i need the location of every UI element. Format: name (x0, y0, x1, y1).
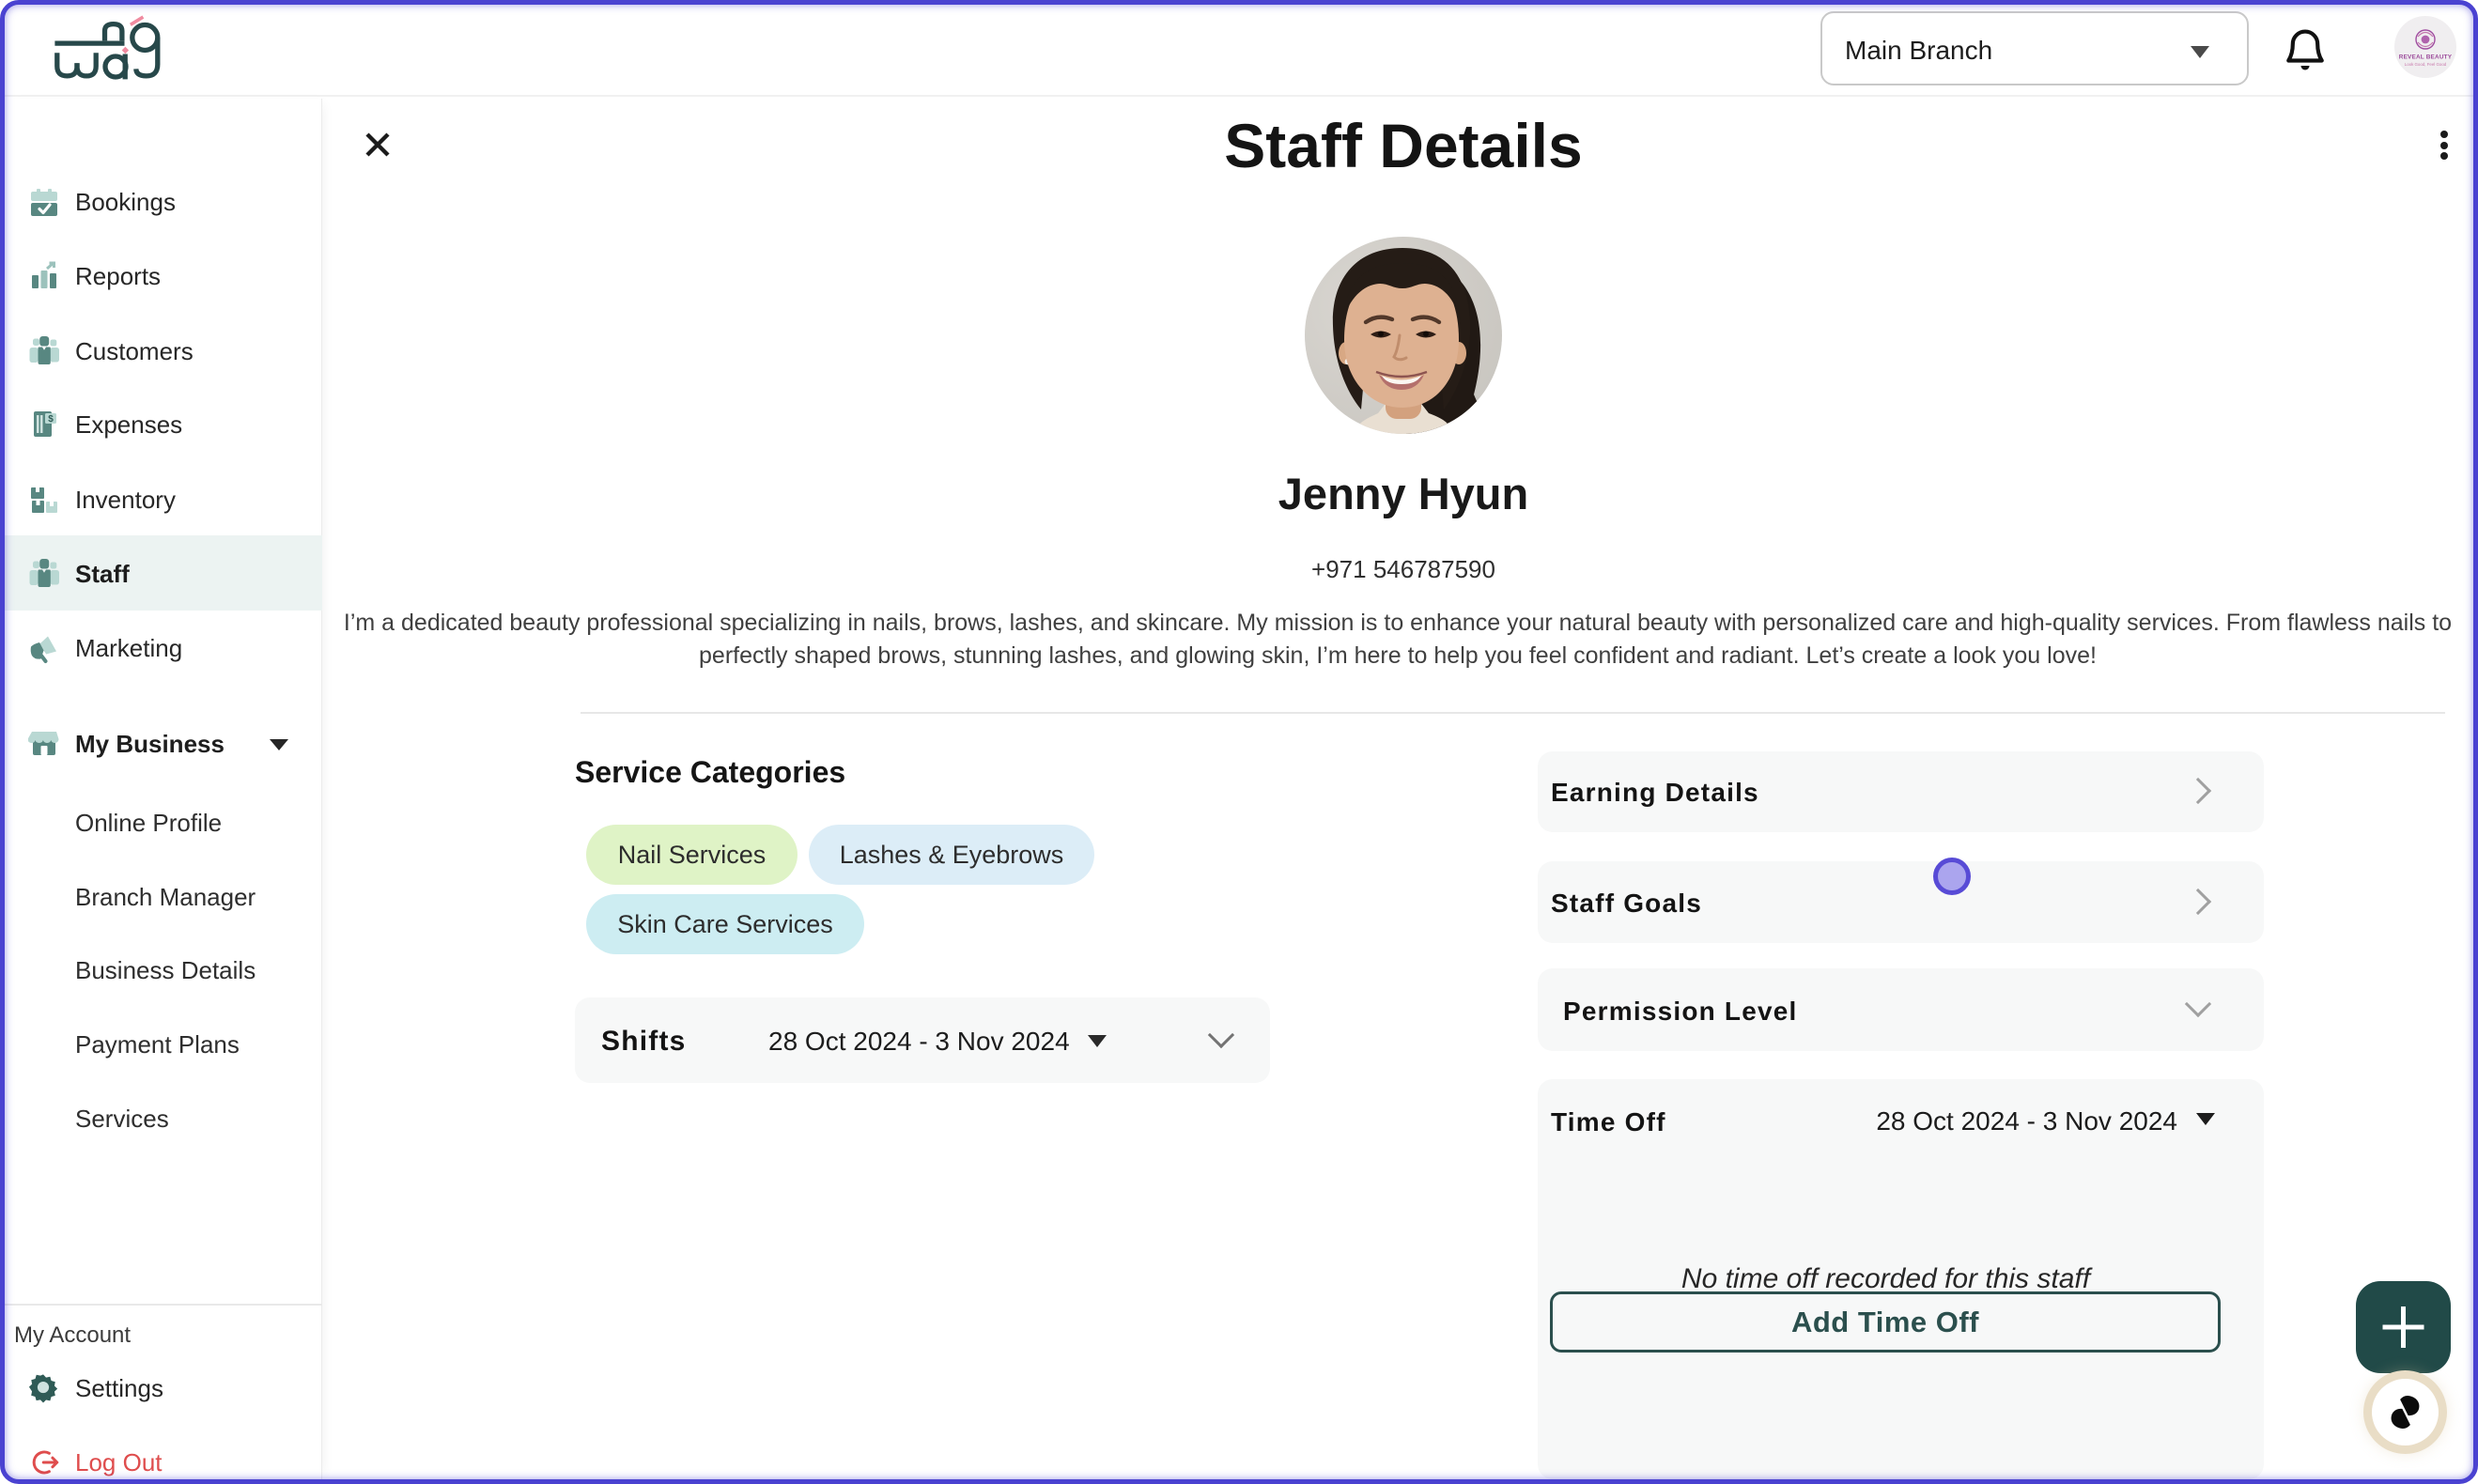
svg-text:$: $ (48, 414, 54, 425)
svg-text:REVEAL BEAUTY: REVEAL BEAUTY (2399, 54, 2453, 61)
svg-text:Look Good, Feel Good: Look Good, Feel Good (2405, 62, 2447, 67)
